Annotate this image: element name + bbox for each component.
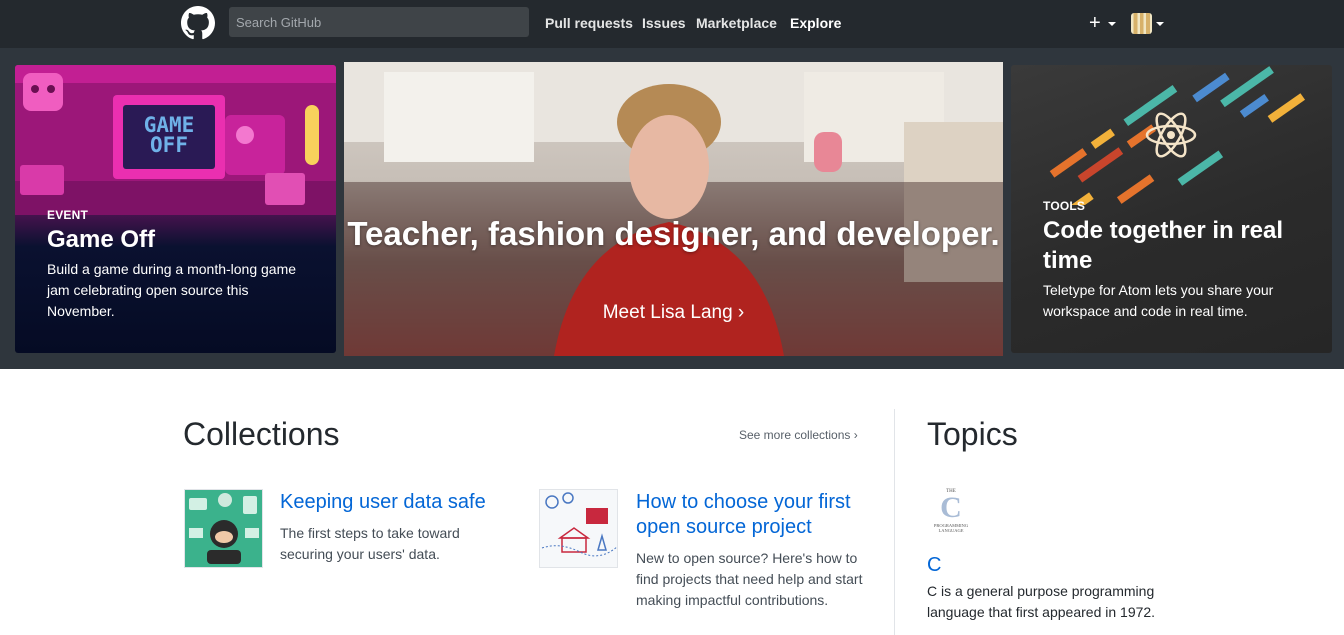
plus-icon[interactable]: + (1089, 13, 1101, 33)
topics-title: Topics (927, 416, 1018, 452)
game-off-eyebrow: EVENT (47, 208, 89, 222)
game-off-art-text: GAME OFF (143, 113, 195, 157)
collection-title-first-project[interactable]: How to choose your first open source pro… (636, 490, 876, 540)
collections-title: Collections (183, 416, 340, 452)
collection-description-user-data: The first steps to take toward securing … (280, 525, 460, 562)
atom-icon (1145, 112, 1197, 158)
feature-link[interactable]: Meet Lisa Lang › (344, 302, 1003, 324)
feature-story-card[interactable]: Teacher, fashion designer, and developer… (344, 62, 1003, 356)
topic-title-c[interactable]: C (927, 554, 941, 577)
search-input[interactable] (229, 7, 529, 37)
avatar[interactable] (1131, 13, 1152, 34)
see-more-collections-link[interactable]: See more collections › (739, 428, 858, 442)
user-menu-caret-icon[interactable] (1156, 22, 1164, 26)
game-off-title: Game Off (47, 226, 156, 253)
collection-image-user-data[interactable] (184, 489, 263, 568)
section-divider (894, 409, 895, 635)
octocat-safe-icon (189, 493, 259, 564)
topic-description-c: C is a general purpose programming langu… (927, 583, 1156, 620)
collection-title-user-data[interactable]: Keeping user data safe (280, 490, 520, 515)
teletype-description: Teletype for Atom lets you share your wo… (1043, 282, 1274, 319)
teletype-title: Code together in real time (1043, 217, 1284, 274)
teletype-eyebrow: TOOLS (1043, 199, 1086, 213)
top-header: Pull requests Issues Marketplace Explore… (0, 0, 1344, 48)
c-logo-letter: C (940, 491, 962, 524)
c-language-logo[interactable]: THE C PROGRAMMING LANGUAGE (927, 489, 975, 537)
teletype-illustration (1049, 66, 1306, 205)
nav-marketplace[interactable]: Marketplace (696, 15, 777, 31)
c-logo-bottom-text: PROGRAMMING LANGUAGE (933, 523, 969, 533)
create-menu-caret-icon[interactable] (1108, 22, 1116, 26)
nav-pull-requests[interactable]: Pull requests (545, 15, 633, 31)
house-map-icon (541, 492, 617, 557)
collection-image-first-project[interactable] (539, 489, 618, 568)
feature-headline: Teacher, fashion designer, and developer… (347, 215, 1000, 252)
hero-banner: GAME OFF EVENT Game Off Build a game dur… (0, 48, 1344, 369)
nav-issues[interactable]: Issues (642, 15, 686, 31)
game-off-description: Build a game during a month-long game ja… (47, 261, 297, 319)
nav-explore[interactable]: Explore (790, 15, 841, 31)
collection-description-first-project: New to open source? Here's how to find p… (636, 550, 863, 608)
teletype-card[interactable]: TOOLS Code together in real time Teletyp… (1011, 65, 1332, 353)
github-logo-icon[interactable] (181, 6, 215, 40)
game-off-card[interactable]: GAME OFF EVENT Game Off Build a game dur… (15, 65, 336, 353)
